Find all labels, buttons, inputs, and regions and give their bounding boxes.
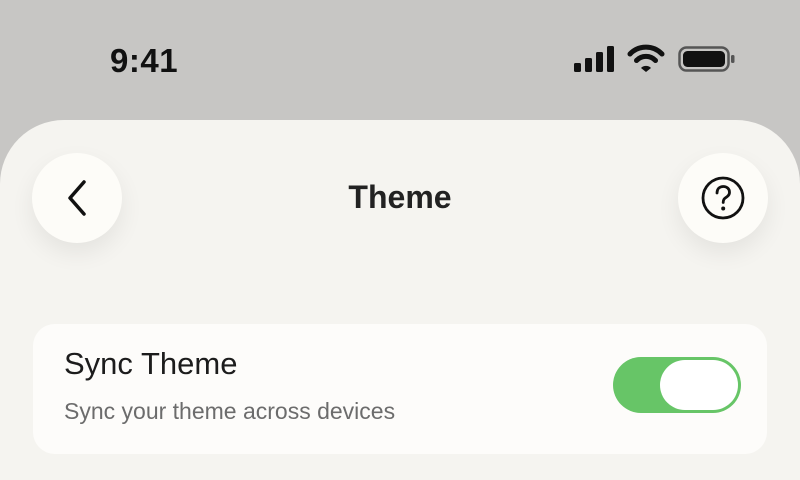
- signal-icon: [574, 46, 614, 72]
- help-button[interactable]: [678, 153, 768, 243]
- sync-theme-title: Sync Theme: [64, 346, 238, 381]
- toggle-knob[interactable]: [660, 360, 738, 410]
- sync-theme-toggle[interactable]: [613, 357, 741, 413]
- sync-theme-card: Sync Theme Sync your theme across device…: [33, 324, 767, 454]
- settings-sheet: Theme Sync Theme Sync your theme across …: [0, 120, 800, 480]
- sync-theme-subtitle: Sync your theme across devices: [64, 398, 396, 424]
- status-bar: 9:41: [0, 0, 800, 120]
- battery-icon: [678, 46, 735, 72]
- question-circle-icon: [701, 176, 745, 220]
- status-time: 9:41: [110, 42, 179, 79]
- wifi-icon: [627, 44, 665, 72]
